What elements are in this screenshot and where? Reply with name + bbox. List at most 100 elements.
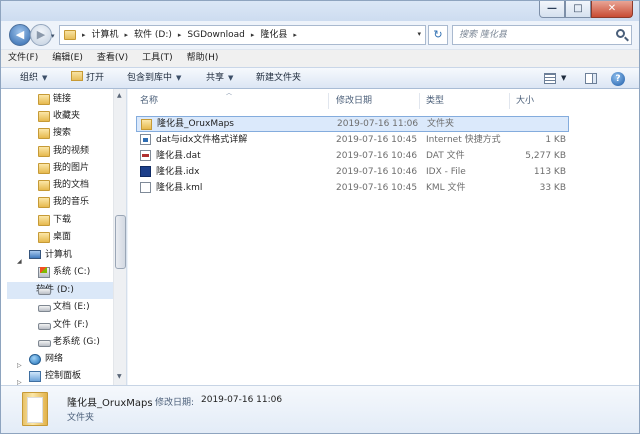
- open-label: 打开: [86, 73, 105, 83]
- window-controls: — □ ✕: [539, 1, 633, 18]
- nav-item-drive-e[interactable]: 文档 (E:): [1, 299, 90, 316]
- nav-item-desktop[interactable]: 桌面: [1, 229, 71, 246]
- nav-item-label: 系统 (C:): [53, 267, 91, 277]
- preview-pane-icon[interactable]: [585, 73, 597, 84]
- minimize-button[interactable]: —: [539, 1, 565, 18]
- nav-item-videos[interactable]: 我的视频: [1, 143, 89, 160]
- file-row[interactable]: 隆化县_OruxMaps 2019-07-16 11:06 文件夹: [136, 116, 569, 132]
- maximize-button[interactable]: □: [565, 1, 591, 18]
- nav-item-favorites[interactable]: 收藏夹: [1, 108, 80, 125]
- menu-file[interactable]: 文件(F): [8, 50, 38, 67]
- details-pane: 隆化县_OruxMaps 修改日期: 2019-07-16 11:06 文件夹: [1, 385, 639, 433]
- nav-item-music[interactable]: 我的音乐: [1, 194, 89, 211]
- address-bar[interactable]: ▸ 计算机 ▸ 软件 (D:) ▸ SGDownload ▸ 隆化县 ▸ ▾: [59, 25, 426, 45]
- file-row[interactable]: 隆化县.idx 2019-07-16 10:46 IDX - File 113 …: [136, 164, 569, 180]
- organize-button[interactable]: 组织 ▼: [20, 68, 47, 89]
- nav-item-label: 链接: [53, 94, 72, 104]
- chevron-down-icon: ▼: [42, 74, 48, 82]
- change-view-icon[interactable]: [544, 73, 556, 84]
- file-size: 1 KB: [545, 135, 566, 145]
- nav-item-control-panel[interactable]: ▷ 控制面板: [1, 368, 81, 385]
- address-history-dropdown[interactable]: ▾: [417, 30, 421, 38]
- include-in-library-button[interactable]: 包含到库中 ▼: [127, 68, 181, 89]
- folder-icon: [141, 119, 152, 130]
- column-divider[interactable]: [328, 93, 329, 109]
- file-name: 隆化县.kml: [156, 183, 203, 193]
- menu-bar: 文件(F) 编辑(E) 查看(V) 工具(T) 帮助(H): [1, 49, 639, 67]
- forward-button[interactable]: ▶: [30, 24, 52, 46]
- view-options-dropdown[interactable]: ▼: [561, 68, 566, 89]
- breadcrumb-separator[interactable]: ▸: [178, 26, 182, 44]
- network-icon: [29, 354, 41, 365]
- scroll-down-icon[interactable]: ▼: [117, 373, 122, 380]
- nav-scrollbar[interactable]: ▲ ▼: [113, 89, 126, 385]
- nav-item-label: 下载: [53, 215, 72, 225]
- nav-item-drive-c[interactable]: 系统 (C:): [1, 264, 90, 281]
- breadcrumb-separator[interactable]: ▸: [125, 26, 129, 44]
- file-list: ︿ 名称 修改日期 类型 大小 隆化县_OruxMaps 2019-07-16 …: [128, 89, 639, 385]
- file-name: 隆化县.idx: [156, 167, 200, 177]
- nav-item-label: 文档 (E:): [53, 302, 90, 312]
- breadcrumb-drive-d[interactable]: 软件 (D:): [134, 26, 172, 44]
- search-icon[interactable]: [616, 29, 625, 38]
- share-button[interactable]: 共享 ▼: [206, 68, 233, 89]
- nav-item-documents[interactable]: 我的文档: [1, 177, 89, 194]
- folder-icon: [38, 128, 50, 139]
- organize-label: 组织: [20, 73, 39, 83]
- file-type: IDX - File: [426, 167, 466, 177]
- file-type: 文件夹: [427, 119, 455, 129]
- nav-item-links[interactable]: 链接: [1, 91, 71, 108]
- nav-item-drive-f[interactable]: 文件 (F:): [1, 317, 88, 334]
- breadcrumb-computer[interactable]: 计算机: [92, 26, 119, 44]
- nav-item-pictures[interactable]: 我的图片: [1, 160, 89, 177]
- breadcrumb-sgdownload[interactable]: SGDownload: [187, 26, 244, 44]
- menu-view[interactable]: 查看(V): [97, 50, 128, 67]
- search-input[interactable]: [453, 26, 603, 44]
- folder-icon: [64, 30, 76, 40]
- file-row[interactable]: 隆化县.kml 2019-07-16 10:45 KML 文件 33 KB: [136, 180, 569, 196]
- breadcrumb-current-folder[interactable]: 隆化县: [260, 26, 287, 44]
- expand-arrow-icon[interactable]: ▷: [17, 374, 22, 385]
- file-size: 113 KB: [533, 167, 566, 177]
- scroll-up-icon[interactable]: ▲: [117, 92, 122, 99]
- menu-help[interactable]: 帮助(H): [187, 50, 219, 67]
- drive-icon: [38, 305, 51, 312]
- breadcrumb-separator[interactable]: ▸: [251, 26, 255, 44]
- navigation-row: ◀ ▶ ▾ ▸ 计算机 ▸ 软件 (D:) ▸ SGDownload ▸ 隆化县…: [1, 21, 639, 49]
- new-folder-button[interactable]: 新建文件夹: [256, 68, 301, 89]
- recent-pages-dropdown[interactable]: ▾: [51, 32, 55, 40]
- open-button[interactable]: 打开: [71, 68, 104, 89]
- file-row[interactable]: dat与idx文件格式详解 2019-07-16 10:45 Internet …: [136, 132, 569, 148]
- nav-item-searches[interactable]: 搜索: [1, 125, 71, 142]
- file-date: 2019-07-16 10:46: [336, 151, 418, 161]
- nav-item-label: 搜索: [53, 128, 72, 138]
- column-header-date[interactable]: 修改日期: [336, 89, 372, 113]
- column-divider[interactable]: [509, 93, 510, 109]
- open-folder-icon: [71, 71, 83, 81]
- scroll-thumb[interactable]: [115, 215, 126, 269]
- nav-item-computer[interactable]: ◢ 计算机: [1, 247, 73, 265]
- refresh-button[interactable]: ↻: [428, 25, 448, 45]
- nav-item-drive-g[interactable]: 老系统 (G:): [1, 334, 100, 351]
- breadcrumb-separator[interactable]: ▸: [293, 26, 297, 44]
- nav-item-label: 我的视频: [53, 146, 90, 156]
- idx-icon: [140, 166, 151, 177]
- close-button[interactable]: ✕: [591, 1, 633, 18]
- nav-item-network[interactable]: ▷ 网络: [1, 351, 63, 369]
- breadcrumb-separator[interactable]: ▸: [82, 26, 86, 44]
- nav-item-drive-d[interactable]: 软件 (D:): [7, 282, 113, 299]
- nav-item-label: 计算机: [45, 250, 73, 260]
- column-header-name[interactable]: 名称: [140, 89, 158, 113]
- menu-edit[interactable]: 编辑(E): [52, 50, 83, 67]
- nav-item-downloads[interactable]: 下载: [1, 212, 71, 229]
- menu-tools[interactable]: 工具(T): [142, 50, 173, 67]
- column-divider[interactable]: [419, 93, 420, 109]
- back-button[interactable]: ◀: [9, 24, 31, 46]
- file-type: KML 文件: [426, 183, 466, 193]
- dat-icon: [140, 150, 151, 161]
- column-header-type[interactable]: 类型: [426, 89, 444, 113]
- column-header-size[interactable]: 大小: [516, 89, 534, 113]
- help-icon[interactable]: ?: [611, 72, 625, 86]
- file-row[interactable]: 隆化县.dat 2019-07-16 10:46 DAT 文件 5,277 KB: [136, 148, 569, 164]
- refresh-icon: ↻: [433, 28, 443, 41]
